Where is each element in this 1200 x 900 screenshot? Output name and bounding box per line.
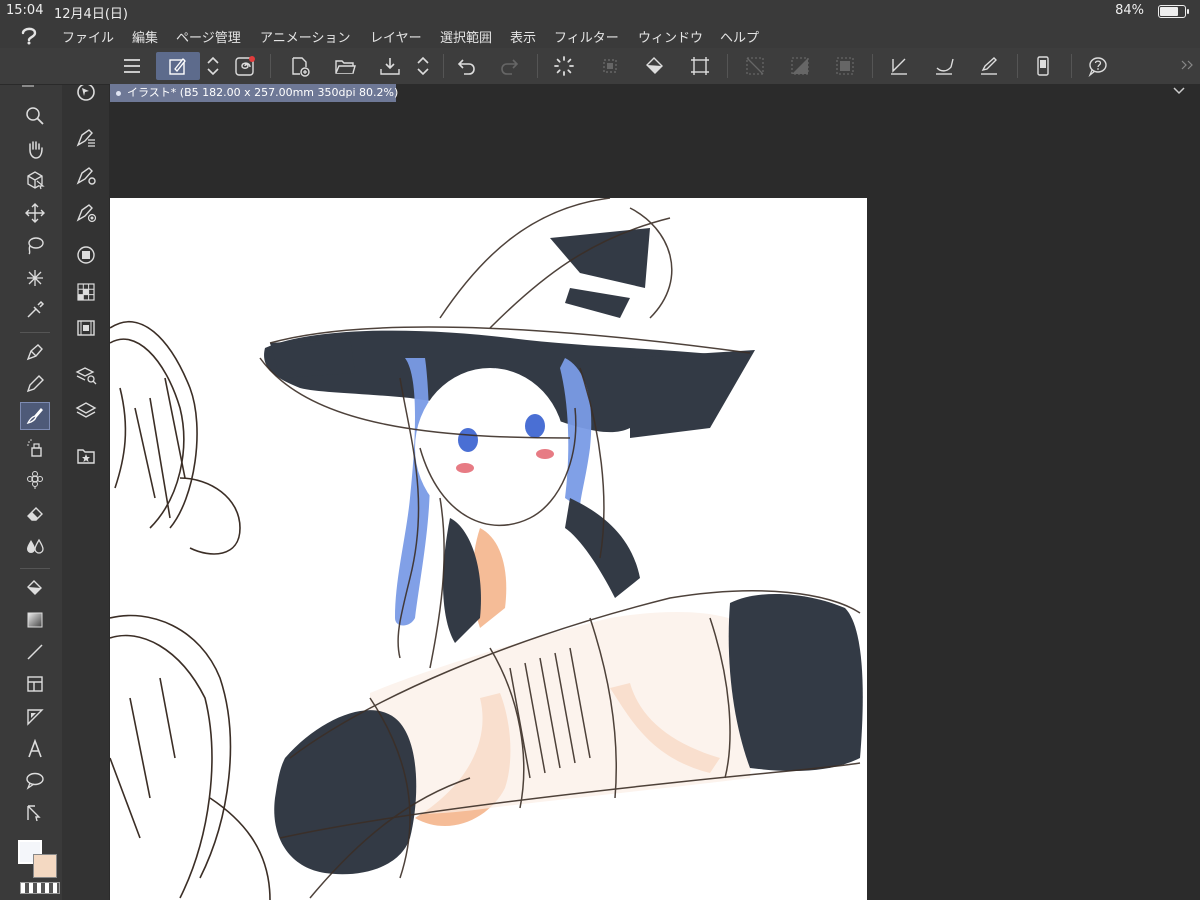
eraser-icon[interactable] bbox=[20, 499, 50, 527]
sub-tool-a-icon[interactable] bbox=[72, 124, 100, 152]
balloon-icon[interactable] bbox=[20, 767, 50, 795]
menu-animation[interactable]: アニメーション bbox=[260, 27, 350, 46]
color-set-icon[interactable] bbox=[72, 278, 100, 306]
text-icon[interactable] bbox=[20, 735, 50, 763]
battery-percent: 84% bbox=[1115, 3, 1144, 18]
layer-search-icon[interactable] bbox=[72, 361, 100, 389]
menu-layer[interactable]: レイヤー bbox=[370, 27, 422, 46]
line-icon[interactable] bbox=[20, 638, 50, 666]
deselect-icon[interactable] bbox=[786, 52, 814, 80]
clear-icon[interactable] bbox=[741, 52, 769, 80]
menu-page[interactable]: ページ管理 bbox=[176, 27, 241, 46]
brush-icon[interactable] bbox=[20, 402, 50, 430]
menu-view[interactable]: 表示 bbox=[510, 27, 536, 46]
pencil-line-icon[interactable] bbox=[975, 52, 1003, 80]
command-bar bbox=[0, 48, 1200, 85]
document-tab-bar: イラスト* (B5 182.00 x 257.00mm 350dpi 80.2%… bbox=[110, 84, 1200, 102]
new-file-icon[interactable] bbox=[286, 52, 314, 80]
move-icon[interactable] bbox=[20, 199, 50, 227]
collapse-right-icon[interactable] bbox=[1180, 60, 1194, 70]
pen-icon[interactable] bbox=[20, 338, 50, 366]
redo-icon[interactable] bbox=[496, 52, 524, 80]
clip-studio-logo-icon[interactable] bbox=[18, 25, 40, 45]
object-icon[interactable] bbox=[20, 166, 50, 194]
sub-color-swatch[interactable] bbox=[33, 854, 57, 878]
material-icon[interactable] bbox=[72, 442, 100, 470]
pencil-icon[interactable] bbox=[20, 370, 50, 398]
document-tab[interactable]: イラスト* (B5 182.00 x 257.00mm 350dpi 80.2%… bbox=[110, 84, 399, 102]
document-tab-label: イラスト* (B5 182.00 x 257.00mm 350dpi 80.2%… bbox=[127, 86, 399, 99]
hand-icon[interactable] bbox=[20, 135, 50, 163]
sub-tool-c-icon[interactable] bbox=[72, 199, 100, 227]
sketch-artwork bbox=[110, 198, 863, 900]
decoration-icon[interactable] bbox=[20, 466, 50, 494]
battery-fill bbox=[1160, 7, 1178, 16]
ios-status-bar: 15:04 12月4日(日) 84% bbox=[0, 0, 1200, 22]
correct-line-icon[interactable] bbox=[20, 799, 50, 827]
help-icon[interactable] bbox=[1084, 52, 1112, 80]
brush-line-icon[interactable] bbox=[930, 52, 958, 80]
menu-icon[interactable] bbox=[118, 52, 146, 80]
updown-arrows-icon[interactable] bbox=[199, 52, 227, 80]
device-icon[interactable] bbox=[1029, 52, 1057, 80]
fill-icon[interactable] bbox=[20, 574, 50, 602]
menu-window[interactable]: ウィンドウ bbox=[638, 27, 703, 46]
save-icon[interactable] bbox=[376, 52, 404, 80]
ruler-icon[interactable] bbox=[20, 703, 50, 731]
layers-icon[interactable] bbox=[72, 397, 100, 425]
undo-icon[interactable] bbox=[452, 52, 480, 80]
select-all-icon[interactable] bbox=[831, 52, 859, 80]
layer-property-icon[interactable] bbox=[72, 241, 100, 269]
drawing-canvas[interactable] bbox=[110, 198, 867, 900]
menu-selection[interactable]: 選択範囲 bbox=[440, 27, 492, 46]
unsaved-dot-icon bbox=[116, 90, 121, 96]
menu-filter[interactable]: フィルター bbox=[554, 27, 619, 46]
gradient-icon[interactable] bbox=[20, 606, 50, 634]
eyedropper-icon[interactable] bbox=[20, 296, 50, 324]
open-folder-icon[interactable] bbox=[331, 52, 359, 80]
spiral-icon[interactable] bbox=[231, 52, 259, 80]
transform-disabled-icon[interactable] bbox=[596, 52, 624, 80]
menu-bar: ファイル 編集 ページ管理 アニメーション レイヤー 選択範囲 表示 フィルター… bbox=[0, 22, 1200, 48]
clock-time: 15:04 bbox=[6, 3, 44, 18]
frame-icon[interactable] bbox=[20, 670, 50, 698]
menu-edit[interactable]: 編集 bbox=[132, 27, 158, 46]
wand-icon[interactable] bbox=[20, 264, 50, 292]
menu-file[interactable]: ファイル bbox=[62, 27, 114, 46]
chevron-down-icon[interactable] bbox=[1172, 86, 1186, 96]
lasso-icon[interactable] bbox=[20, 231, 50, 259]
transparent-color-swatch[interactable] bbox=[20, 882, 60, 894]
pen-line-icon[interactable] bbox=[885, 52, 913, 80]
pen-settings-icon[interactable] bbox=[156, 52, 200, 80]
blend-icon[interactable] bbox=[20, 532, 50, 560]
crop-icon[interactable] bbox=[686, 52, 714, 80]
sub-tool-panel bbox=[62, 74, 109, 900]
film-icon[interactable] bbox=[72, 314, 100, 342]
loading-icon[interactable] bbox=[550, 52, 578, 80]
clock-date: 12月4日(日) bbox=[54, 7, 128, 22]
zoom-icon[interactable] bbox=[20, 102, 50, 130]
fill-icon[interactable] bbox=[641, 52, 669, 80]
menu-help[interactable]: ヘルプ bbox=[720, 27, 759, 46]
airbrush-icon[interactable] bbox=[20, 434, 50, 462]
sub-tool-b-icon[interactable] bbox=[72, 162, 100, 190]
updown-arrows-icon[interactable] bbox=[409, 52, 437, 80]
battery-icon bbox=[1158, 5, 1189, 18]
